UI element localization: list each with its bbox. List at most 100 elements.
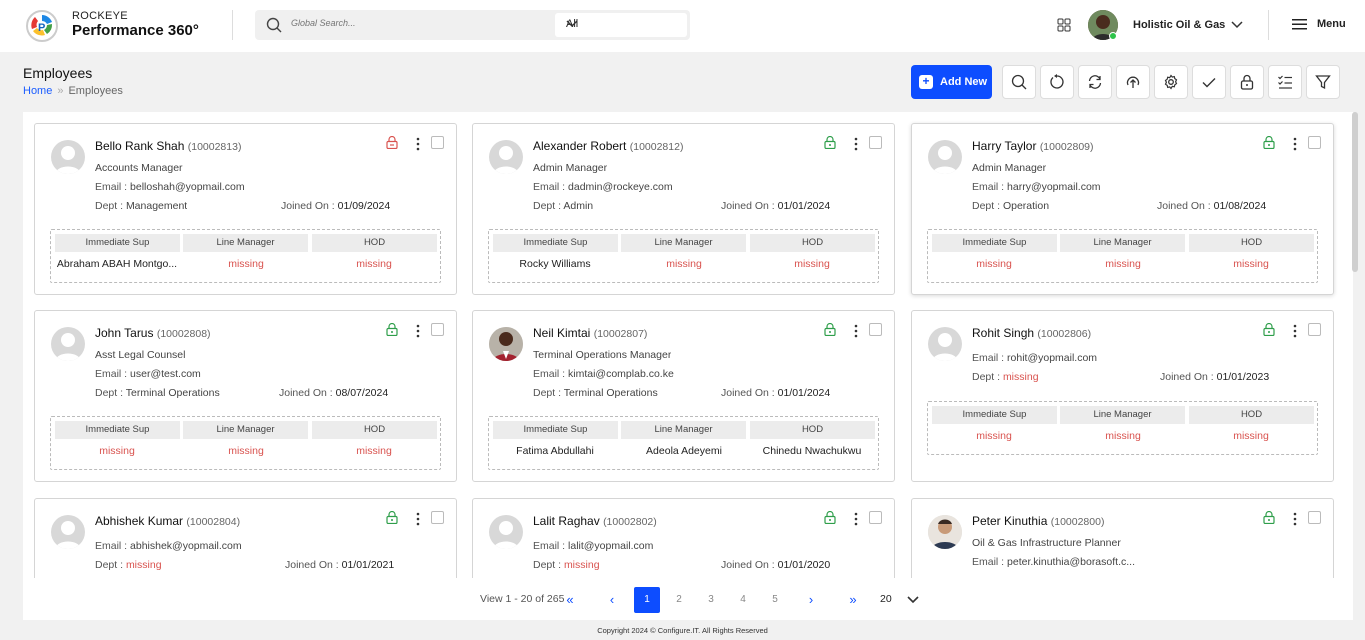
chevron-down-icon[interactable] bbox=[1230, 20, 1244, 30]
reset-button[interactable] bbox=[1040, 65, 1074, 99]
employee-id: (10002802) bbox=[603, 516, 657, 528]
search-button[interactable] bbox=[1002, 65, 1036, 99]
dept-label: Dept : bbox=[533, 387, 562, 399]
next-page-button[interactable]: › bbox=[798, 587, 824, 613]
more-options-icon[interactable] bbox=[415, 512, 421, 526]
refresh-icon bbox=[1088, 75, 1102, 89]
employee-name-line: Neil Kimtai (10002807) bbox=[533, 326, 647, 340]
unlock-icon[interactable] bbox=[824, 136, 836, 149]
employee-role: Asst Legal Counsel bbox=[95, 349, 186, 361]
settings-button[interactable] bbox=[1154, 65, 1188, 99]
employee-name-line: Peter Kinuthia (10002800) bbox=[972, 514, 1104, 528]
employee-name[interactable]: Peter Kinuthia bbox=[972, 514, 1047, 528]
prev-page-button[interactable]: ‹ bbox=[599, 587, 625, 613]
page-size-value[interactable]: 20 bbox=[880, 593, 892, 605]
page-button-1[interactable]: 1 bbox=[634, 587, 660, 613]
unlock-icon[interactable] bbox=[1263, 323, 1275, 336]
lock-icon[interactable] bbox=[386, 136, 398, 149]
apps-grid-icon[interactable] bbox=[1057, 18, 1071, 32]
employee-card[interactable]: John Tarus (10002808) Asst Legal Counsel… bbox=[34, 310, 457, 482]
first-page-button[interactable]: « bbox=[557, 587, 583, 613]
immediate-sup-header: Immediate Sup bbox=[493, 234, 618, 252]
unlock-button[interactable] bbox=[1230, 65, 1264, 99]
company-name[interactable]: Holistic Oil & Gas bbox=[1133, 19, 1225, 31]
more-options-icon[interactable] bbox=[853, 512, 859, 526]
supervisor-box: Immediate Sup Line Manager HOD missing m… bbox=[927, 401, 1318, 455]
employee-id: (10002809) bbox=[1039, 141, 1094, 153]
line-manager-value: missing bbox=[228, 445, 264, 457]
add-new-button[interactable]: + Add New bbox=[911, 65, 992, 99]
employee-card[interactable]: Peter Kinuthia (10002800) Oil & Gas Infr… bbox=[911, 498, 1334, 578]
unlock-icon[interactable] bbox=[1263, 511, 1275, 524]
checklist-button[interactable] bbox=[1268, 65, 1302, 99]
page-button-3[interactable]: 3 bbox=[698, 587, 724, 613]
more-options-icon[interactable] bbox=[415, 324, 421, 338]
page-button-5[interactable]: 5 bbox=[762, 587, 788, 613]
joined-value: 01/09/2024 bbox=[337, 200, 391, 212]
employee-name[interactable]: Lalit Raghav bbox=[533, 514, 600, 528]
unlock-icon[interactable] bbox=[386, 323, 398, 336]
select-checkbox[interactable] bbox=[431, 136, 444, 149]
unlock-icon[interactable] bbox=[386, 511, 398, 524]
employee-name[interactable]: Neil Kimtai bbox=[533, 326, 590, 340]
dept-label: Dept : bbox=[95, 200, 124, 212]
filter-button[interactable] bbox=[1306, 65, 1340, 99]
more-options-icon[interactable] bbox=[1292, 137, 1298, 151]
select-checkbox[interactable] bbox=[869, 136, 882, 149]
upload-button[interactable] bbox=[1116, 65, 1150, 99]
menu-button[interactable]: Menu bbox=[1292, 18, 1346, 30]
select-checkbox[interactable] bbox=[431, 511, 444, 524]
hamburger-icon bbox=[1292, 19, 1307, 30]
employee-name[interactable]: Harry Taylor bbox=[972, 139, 1036, 153]
select-checkbox[interactable] bbox=[431, 323, 444, 336]
employee-name[interactable]: Abhishek Kumar bbox=[95, 514, 183, 528]
employee-card[interactable]: Abhishek Kumar (10002804) Email : abhish… bbox=[34, 498, 457, 578]
employee-name[interactable]: Bello Rank Shah bbox=[95, 139, 184, 153]
search-input[interactable] bbox=[291, 18, 541, 28]
rockeye-logo-icon[interactable]: P bbox=[26, 10, 58, 42]
breadcrumb-home[interactable]: Home bbox=[23, 85, 52, 97]
line-manager-header: Line Manager bbox=[183, 421, 308, 439]
select-checkbox[interactable] bbox=[1308, 136, 1321, 149]
scrollbar[interactable] bbox=[1352, 112, 1358, 272]
unlock-icon[interactable] bbox=[824, 511, 836, 524]
more-options-icon[interactable] bbox=[1292, 324, 1298, 338]
dept-value: missing bbox=[563, 559, 600, 571]
employee-email: Email : abhishek@yopmail.com bbox=[95, 540, 242, 552]
page-button-2[interactable]: 2 bbox=[666, 587, 692, 613]
employee-card[interactable]: Lalit Raghav (10002802) Email : lalit@yo… bbox=[472, 498, 895, 578]
more-options-icon[interactable] bbox=[415, 137, 421, 151]
unlock-icon[interactable] bbox=[1263, 136, 1275, 149]
employee-id: (10002804) bbox=[186, 516, 241, 528]
select-checkbox[interactable] bbox=[1308, 511, 1321, 524]
more-options-icon[interactable] bbox=[853, 137, 859, 151]
employee-name-line: Abhishek Kumar (10002804) bbox=[95, 514, 240, 528]
brand-company: ROCKEYE bbox=[72, 10, 128, 22]
page-button-4[interactable]: 4 bbox=[730, 587, 756, 613]
refresh-button[interactable] bbox=[1078, 65, 1112, 99]
select-checkbox[interactable] bbox=[869, 323, 882, 336]
employee-role: Admin Manager bbox=[533, 162, 608, 174]
employee-card[interactable]: Harry Taylor (10002809) Admin Manager Em… bbox=[911, 123, 1334, 295]
approve-button[interactable] bbox=[1192, 65, 1226, 99]
select-checkbox[interactable] bbox=[869, 511, 882, 524]
select-checkbox[interactable] bbox=[1308, 323, 1321, 336]
employee-card[interactable]: Rohit Singh (10002806) Email : rohit@yop… bbox=[911, 310, 1334, 482]
employee-name[interactable]: Rohit Singh bbox=[972, 326, 1034, 340]
unlock-icon[interactable] bbox=[824, 323, 836, 336]
more-options-icon[interactable] bbox=[1292, 512, 1298, 526]
employee-card[interactable]: Neil Kimtai (10002807) Terminal Operatio… bbox=[472, 310, 895, 482]
employee-card[interactable]: Alexander Robert (10002812) Admin Manage… bbox=[472, 123, 895, 295]
joined-label: Joined On : bbox=[285, 559, 339, 571]
employee-card[interactable]: Bello Rank Shah (10002813) Accounts Mana… bbox=[34, 123, 457, 295]
search-scope-select[interactable]: All bbox=[555, 13, 687, 37]
supervisor-box: Immediate Sup Line Manager HOD missing m… bbox=[927, 229, 1318, 283]
joined-value: 01/01/2021 bbox=[341, 559, 395, 571]
employee-role: Admin Manager bbox=[972, 162, 1047, 174]
immediate-sup-header: Immediate Sup bbox=[55, 234, 180, 252]
more-options-icon[interactable] bbox=[853, 324, 859, 338]
employee-name[interactable]: John Tarus bbox=[95, 326, 153, 340]
last-page-button[interactable]: » bbox=[840, 587, 866, 613]
employee-name[interactable]: Alexander Robert bbox=[533, 139, 626, 153]
chevron-down-icon[interactable] bbox=[907, 596, 919, 604]
